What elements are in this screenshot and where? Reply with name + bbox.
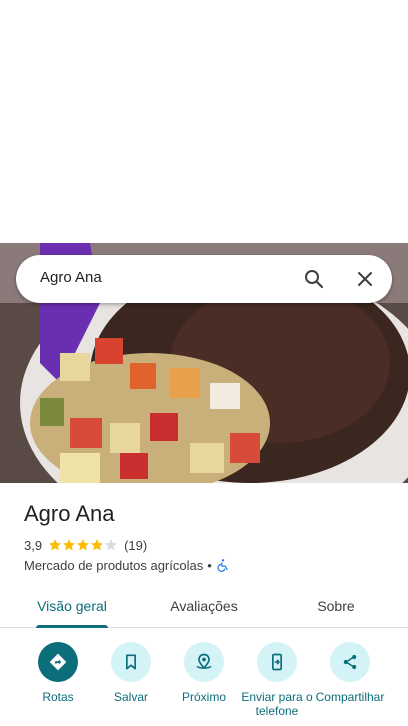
nearby-button[interactable]: Próximo [166, 642, 242, 704]
rating-value: 3,9 [24, 537, 43, 553]
rating-stars [48, 538, 118, 552]
directions-icon [38, 642, 78, 682]
save-label: Salvar [113, 690, 148, 704]
tab-reviews[interactable]: Avaliações [156, 584, 252, 628]
close-icon[interactable] [353, 267, 377, 291]
active-tab-indicator [36, 625, 108, 628]
nearby-label: Próximo [181, 690, 226, 704]
share-label: Compartilhar [315, 690, 385, 704]
category-row: Mercado de produtos agrícolas • [24, 556, 230, 574]
review-count[interactable]: (19) [124, 538, 147, 553]
place-category: Mercado de produtos agrícolas [24, 557, 204, 573]
save-button[interactable]: Salvar [93, 642, 169, 704]
nearby-icon [184, 642, 224, 682]
map-area [0, 0, 408, 243]
search-input[interactable]: Agro Ana [40, 269, 102, 286]
search-bar[interactable]: Agro Ana [16, 255, 392, 303]
place-tabs: Visão geral Avaliações Sobre [0, 584, 408, 628]
separator-dot: • [207, 557, 212, 573]
star-icon [105, 539, 118, 551]
share-icon [330, 642, 370, 682]
star-icon [49, 539, 62, 551]
wheelchair-accessible-icon [216, 558, 230, 572]
search-icon[interactable] [302, 267, 326, 291]
star-icon [91, 539, 104, 551]
share-button[interactable]: Compartilhar [312, 642, 388, 704]
action-bar: Rotas Salvar Próximo Enviar para o telef… [0, 636, 408, 726]
send-to-phone-label: Enviar para o telefone [241, 690, 313, 718]
star-icon [63, 539, 76, 551]
directions-label: Rotas [42, 690, 74, 704]
tab-about[interactable]: Sobre [288, 584, 384, 628]
rating-row[interactable]: 3,9 (19) [24, 537, 147, 553]
send-to-phone-icon [257, 642, 297, 682]
bookmark-icon [111, 642, 151, 682]
directions-button[interactable]: Rotas [20, 642, 96, 704]
star-icon [77, 539, 90, 551]
tab-overview[interactable]: Visão geral [24, 584, 120, 628]
send-to-phone-button[interactable]: Enviar para o telefone [239, 642, 315, 718]
place-title: Agro Ana [24, 501, 115, 526]
